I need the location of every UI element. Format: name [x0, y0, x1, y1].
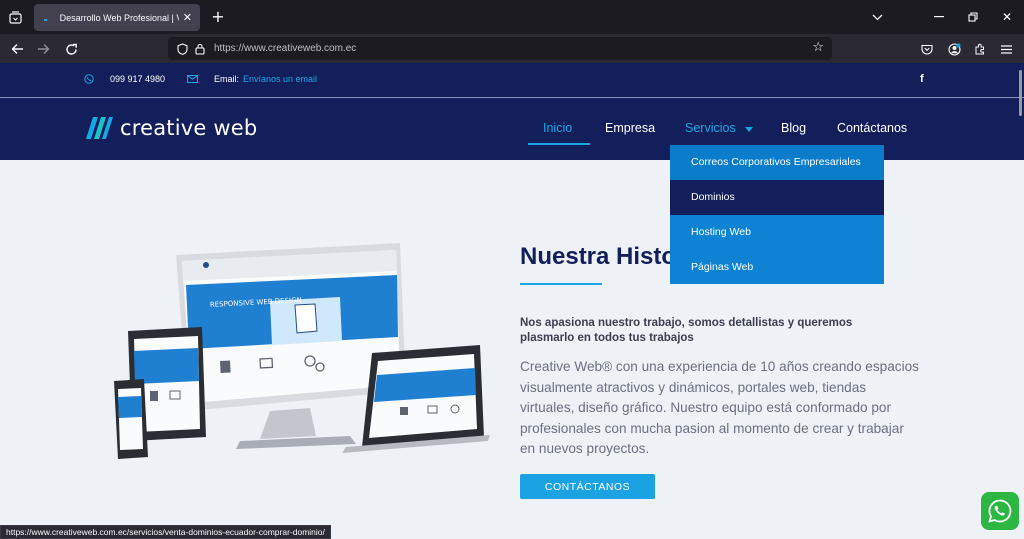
url-input[interactable]	[214, 43, 774, 54]
page-scrollbar[interactable]	[1019, 70, 1022, 116]
tab-close-icon[interactable]: ✕	[183, 11, 192, 24]
back-icon[interactable]	[6, 38, 28, 60]
forward-icon[interactable]	[32, 38, 54, 60]
servicios-dropdown-menu: Correos Corporativos Empresariales Domin…	[670, 145, 884, 284]
account-icon[interactable]	[944, 39, 964, 59]
nav-blog[interactable]: Blog	[781, 121, 806, 135]
restore-icon[interactable]	[962, 6, 984, 28]
email-contact: Email: Envíanos un email	[187, 74, 317, 84]
minimize-icon[interactable]	[928, 6, 950, 28]
phone-device	[114, 379, 148, 459]
email-label: Email:	[214, 74, 240, 84]
logo-mark-icon	[86, 117, 113, 139]
browser-nav-bar: ☆	[0, 34, 1024, 63]
pocket-icon[interactable]	[917, 39, 937, 59]
nav-active-underline	[528, 143, 590, 145]
bookmark-star-icon[interactable]: ☆	[812, 40, 824, 55]
lock-icon[interactable]	[192, 41, 208, 57]
new-tab-icon[interactable]: +	[208, 6, 228, 26]
browser-tab-bar: Desarrollo Web Profesional | Ve ✕ + ✕	[0, 0, 1024, 34]
site-favicon-icon	[42, 13, 52, 23]
site-top-bar: 099 917 4980 Email: Envíanos un email f	[0, 63, 1024, 98]
status-bar-link-url: https://www.creativeweb.com.ec/servicios…	[0, 525, 331, 539]
phone-contact[interactable]: 099 917 4980	[84, 74, 165, 84]
nav-servicios[interactable]: Servicios	[685, 121, 754, 135]
whatsapp-icon	[988, 499, 1012, 523]
url-bar[interactable]: ☆	[168, 37, 832, 60]
nav-contactanos[interactable]: Contáctanos	[837, 121, 907, 135]
web-page: 099 917 4980 Email: Envíanos un email f …	[0, 63, 1024, 539]
whatsapp-chat-button[interactable]	[981, 492, 1019, 530]
dropdown-item-correos[interactable]: Correos Corporativos Empresariales	[670, 145, 884, 180]
whatsapp-small-icon	[84, 74, 94, 84]
reload-icon[interactable]	[60, 38, 82, 60]
nav-inicio[interactable]: Inicio	[543, 121, 572, 135]
dropdown-item-hosting[interactable]: Hosting Web	[670, 215, 884, 250]
facebook-icon[interactable]: f	[920, 73, 924, 85]
caret-down-icon	[745, 121, 754, 135]
tab-list-icon[interactable]	[4, 6, 26, 28]
responsive-devices-illustration: RESPONSIVE WEB DESIGN	[114, 243, 490, 459]
email-icon	[187, 75, 198, 83]
browser-tab[interactable]: Desarrollo Web Profesional | Ve ✕	[34, 4, 200, 31]
hero-subtitle: Nos apasiona nuestro trabajo, somos deta…	[520, 317, 853, 344]
email-link[interactable]: Envíanos un email	[243, 74, 317, 84]
dropdown-item-paginas[interactable]: Páginas Web	[670, 249, 884, 284]
title-underline	[520, 283, 602, 285]
tabs-overflow-chevron-icon[interactable]	[866, 6, 888, 28]
dropdown-item-dominios[interactable]: Dominios	[670, 179, 884, 215]
tab-title: Desarrollo Web Profesional | Ve	[59, 12, 179, 23]
phone-number: 099 917 4980	[110, 74, 166, 84]
nav-servicios-label: Servicios	[685, 121, 736, 135]
contactanos-button[interactable]: CONTÁCTANOS	[520, 474, 655, 499]
nav-empresa[interactable]: Empresa	[605, 121, 655, 135]
extensions-icon[interactable]	[970, 39, 990, 59]
hero-body-text: Creative Web® con una experiencia de 10 …	[520, 359, 919, 456]
hamburger-menu-icon[interactable]	[996, 39, 1016, 59]
close-window-icon[interactable]: ✕	[996, 6, 1018, 28]
tracking-protection-shield-icon[interactable]	[174, 41, 190, 57]
site-logo[interactable]: creative web	[84, 115, 257, 141]
logo-text: creative web	[120, 116, 258, 140]
